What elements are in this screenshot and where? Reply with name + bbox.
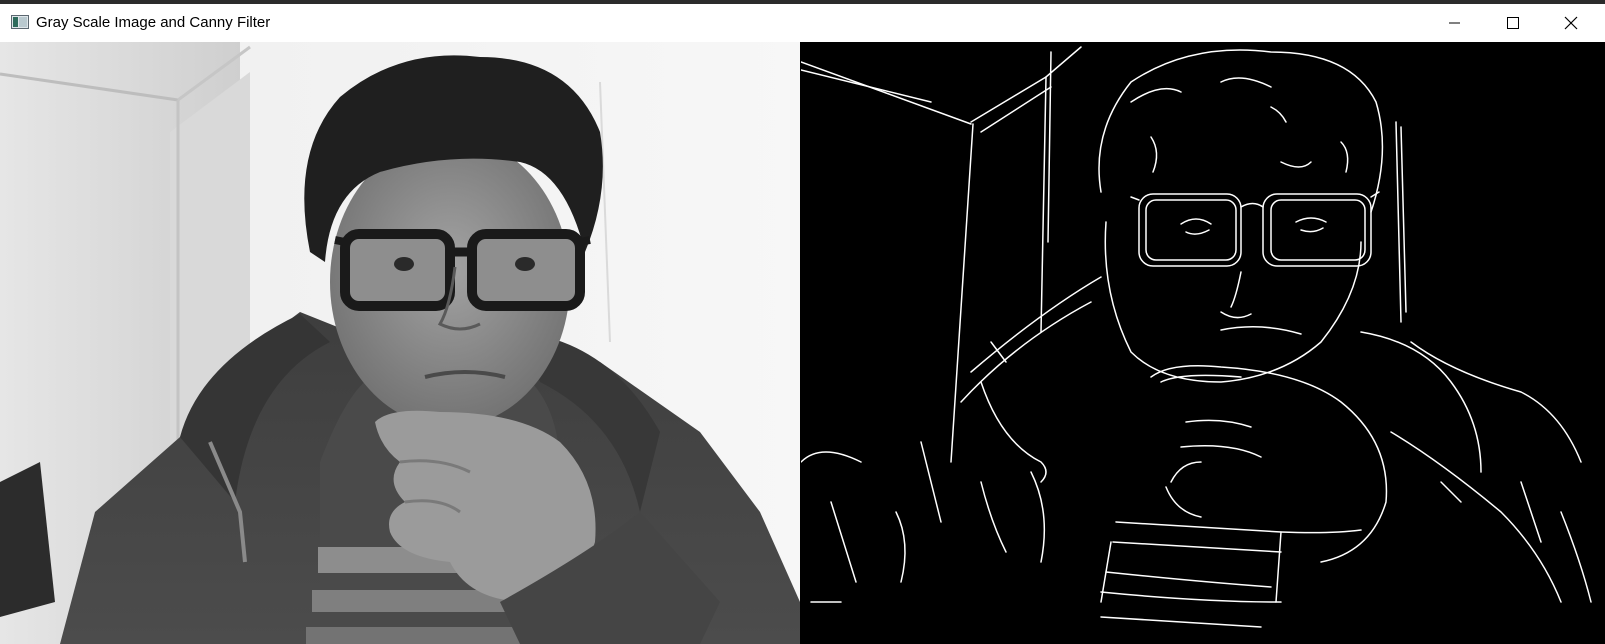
minimize-button[interactable] (1426, 4, 1484, 42)
window-app-icon (11, 15, 29, 29)
minimize-icon (1449, 22, 1460, 24)
grayscale-image (0, 42, 800, 644)
app-window: Gray Scale Image and Canny Filter (0, 4, 1605, 644)
maximize-icon (1507, 17, 1519, 29)
window-title: Gray Scale Image and Canny Filter (36, 14, 271, 31)
title-bar[interactable]: Gray Scale Image and Canny Filter (0, 4, 1605, 42)
maximize-button[interactable] (1484, 4, 1542, 42)
canny-edges-image (801, 42, 1605, 644)
close-button[interactable] (1542, 4, 1600, 42)
image-area (0, 42, 1605, 644)
close-icon (1564, 16, 1578, 30)
